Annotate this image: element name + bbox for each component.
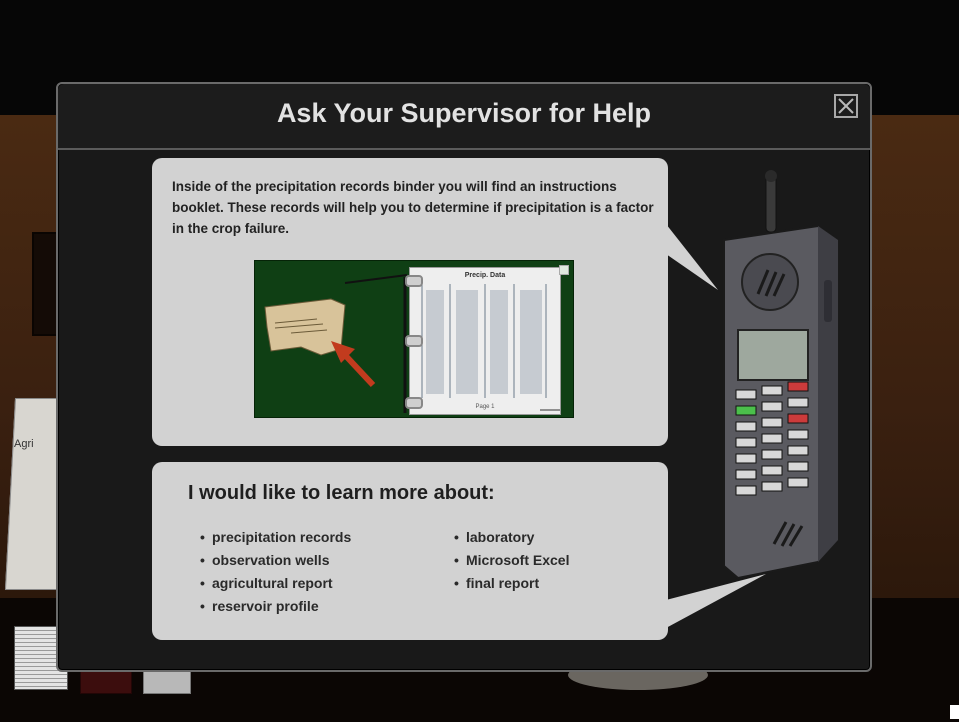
help-dialog: Ask Your Supervisor for Help Inside of t… — [56, 82, 872, 672]
background-document-label: Agri — [14, 438, 34, 450]
topic-microsoft-excel[interactable]: • Microsoft Excel — [454, 549, 569, 572]
binder-ring-bottom — [405, 397, 423, 409]
topic-label: laboratory — [466, 529, 535, 545]
topic-final-report[interactable]: • final report — [454, 572, 569, 595]
bullet: • — [200, 598, 205, 614]
topic-label: Microsoft Excel — [466, 552, 570, 568]
binder-illustration: Precip. Data Page 1 — [254, 260, 574, 418]
binder-ring-middle — [405, 335, 423, 347]
close-icon — [838, 98, 854, 114]
topic-label: precipitation records — [212, 529, 352, 545]
phone-icon — [714, 170, 844, 580]
topic-label: reservoir profile — [212, 598, 319, 614]
bullet: • — [200, 529, 205, 545]
learn-more-heading: I would like to learn more about: — [188, 482, 495, 504]
topic-label: observation wells — [212, 552, 330, 568]
instruction-text: Inside of the precipitation records bind… — [172, 179, 654, 236]
close-button[interactable] — [834, 94, 858, 118]
dialog-title: Ask Your Supervisor for Help — [276, 98, 652, 128]
topic-list-right: • laboratory • Microsoft Excel • final repo… — [454, 526, 569, 595]
topic-agricultural-report[interactable]: • agricultural report — [200, 572, 351, 595]
bullet: • — [200, 575, 205, 591]
topic-reservoir-profile[interactable]: • reservoir profile — [200, 595, 351, 618]
topic-observation-wells[interactable]: • observation wells — [200, 549, 351, 572]
dialog-header: Ask Your Supervisor for Help — [58, 84, 870, 150]
precipitation-sheet: Precip. Data Page 1 — [409, 267, 561, 415]
learn-more-bubble: I would like to learn more about: • preci… — [152, 462, 668, 640]
topic-precipitation-records[interactable]: • precipitation records — [200, 526, 351, 549]
sheet-footer: Page 1 — [475, 404, 495, 410]
topic-label: agricultural report — [212, 575, 333, 591]
topic-laboratory[interactable]: • laboratory — [454, 526, 569, 549]
bullet: • — [454, 552, 459, 568]
bullet: • — [200, 552, 205, 568]
bullet: • — [454, 529, 459, 545]
topic-list-left: • precipitation records • observation well… — [200, 526, 351, 618]
binder-badge — [559, 265, 569, 275]
instruction-bubble: Inside of the precipitation records bind… — [152, 158, 668, 446]
bullet: • — [454, 575, 459, 591]
corner-widget — [950, 705, 959, 719]
binder-ring-top — [405, 275, 423, 287]
topic-label: final report — [466, 575, 540, 591]
